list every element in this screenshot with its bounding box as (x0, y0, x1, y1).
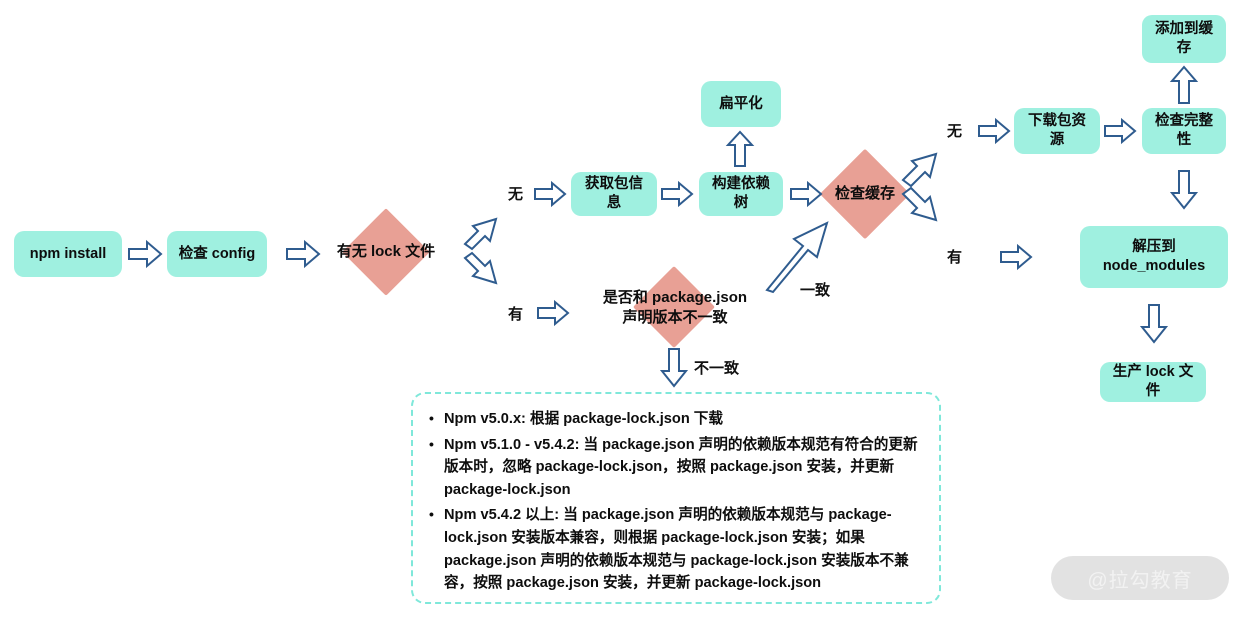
arrow-right-to-extract (1000, 243, 1033, 271)
decision-label: 有无 lock 文件 (336, 242, 436, 260)
node-npm-install[interactable]: npm install (14, 231, 122, 277)
decision-version-mismatch[interactable]: 是否和 package.json 声明版本不一致 (603, 286, 747, 330)
flowchart-canvas: npm install 检查 config 获取包信息 构建依赖树 扁平化 下载… (0, 0, 1240, 620)
decision-label: 检查缓存 (834, 184, 895, 202)
decision-has-lock-file[interactable]: 有无 lock 文件 (316, 238, 456, 266)
arrow-right-to-get-package-info (534, 180, 567, 208)
node-download-package[interactable]: 下载包资源 (1014, 108, 1100, 154)
arrow-right-info-to-tree (661, 180, 694, 208)
edge-label-text: 不一致 (694, 360, 740, 377)
node-generate-lock[interactable]: 生产 lock 文件 (1100, 362, 1206, 402)
watermark-text: @拉勾教育 (1087, 569, 1193, 592)
node-check-config[interactable]: 检查 config (167, 231, 267, 277)
edge-label-text: 无 (947, 123, 963, 140)
edge-label-text: 有 (947, 249, 963, 266)
node-label: npm install (29, 245, 107, 262)
list-item: Npm v5.0.x: 根据 package-lock.json 下载 (429, 408, 923, 431)
arrow-diagonal-up-lock-none (462, 215, 502, 251)
note-list: Npm v5.0.x: 根据 package-lock.json 下载 Npm … (429, 408, 923, 595)
edge-label-cache-none: 无 (947, 120, 962, 141)
node-extract-node-modules[interactable]: 解压到 node_modules (1080, 226, 1228, 288)
edge-label-lock-has: 有 (508, 303, 523, 324)
arrow-right-tree-to-cache (790, 180, 823, 208)
arrow-diagonal-down-cache-has (900, 186, 942, 226)
arrow-down-to-note (659, 348, 689, 388)
edge-label-text: 有 (508, 306, 524, 323)
arrow-diagonal-down-lock-has (462, 251, 502, 288)
version-behaviour-note: Npm v5.0.x: 根据 package-lock.json 下载 Npm … (411, 392, 941, 604)
node-flatten[interactable]: 扁平化 (701, 81, 781, 127)
decision-label-line1: 是否和 package.json (602, 288, 748, 306)
node-label: 扁平化 (719, 95, 763, 112)
node-label: 生产 lock 文件 (1112, 364, 1194, 399)
edge-label-version-nomatch: 不一致 (694, 357, 739, 378)
node-build-dep-tree[interactable]: 构建依赖树 (699, 172, 783, 216)
node-add-to-cache[interactable]: 添加到缓存 (1142, 15, 1226, 63)
arrow-up-tree-to-flatten (725, 130, 755, 167)
node-label: 构建依赖树 (712, 176, 770, 211)
edge-label-lock-none: 无 (508, 183, 523, 204)
watermark-badge: @拉勾教育 (1051, 556, 1229, 600)
arrow-right-to-version-check (537, 299, 570, 327)
arrow-right-install-to-config (128, 239, 163, 269)
list-item: Npm v5.4.2 以上: 当 package.json 声明的依赖版本规范与… (429, 504, 923, 594)
node-label: 解压到 node_modules (1102, 239, 1206, 274)
node-check-integrity[interactable]: 检查完整性 (1142, 108, 1226, 154)
arrow-diagonal-up-cache-none (900, 148, 942, 188)
node-get-package-info[interactable]: 获取包信息 (571, 172, 657, 216)
arrow-down-integrity-to-extract (1169, 170, 1199, 210)
node-label: 添加到缓存 (1155, 21, 1213, 56)
edge-label-version-match: 一致 (800, 279, 830, 300)
arrow-right-config-to-lock (286, 239, 321, 269)
arrow-down-extract-to-lock (1139, 304, 1169, 344)
edge-label-cache-has: 有 (947, 246, 962, 267)
node-label: 获取包信息 (585, 176, 643, 211)
arrow-up-integrity-to-cache (1169, 65, 1199, 104)
edge-label-text: 无 (508, 186, 524, 203)
node-label: 检查完整性 (1155, 113, 1213, 148)
decision-label-line2: 声明版本不一致 (622, 309, 728, 326)
node-label: 下载包资源 (1028, 113, 1086, 148)
arrow-right-to-download (978, 117, 1011, 145)
node-label: 检查 config (178, 245, 256, 262)
arrow-right-download-to-integrity (1104, 117, 1137, 145)
list-item: Npm v5.1.0 - v5.4.2: 当 package.json 声明的依… (429, 434, 923, 502)
decision-check-cache[interactable]: 检查缓存 (820, 180, 910, 208)
edge-label-text: 一致 (800, 282, 831, 299)
